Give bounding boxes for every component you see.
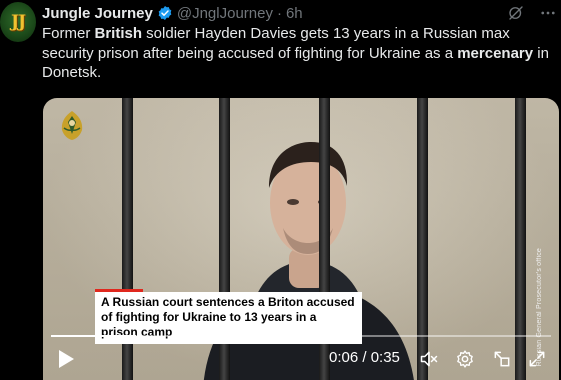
- video-controls: 0:06 / 0:35: [43, 340, 559, 380]
- verified-badge-icon: [157, 5, 173, 21]
- tweet-timestamp[interactable]: 6h: [286, 5, 303, 22]
- header-actions: [507, 4, 561, 22]
- tweet-text-bold: British: [94, 25, 143, 42]
- separator-dot: ·: [276, 4, 282, 22]
- cell-bar: [515, 98, 526, 380]
- tweet-header: Jungle Journey @JnglJourney · 6h: [42, 4, 561, 22]
- video-progress-fill: [51, 335, 136, 337]
- video-progress-bar[interactable]: [51, 335, 551, 337]
- tweet-text: Former British soldier Hayden Davies get…: [42, 24, 556, 83]
- fullscreen-toggle-icon[interactable]: [492, 349, 512, 369]
- expand-icon[interactable]: [527, 349, 547, 369]
- play-icon[interactable]: [57, 349, 75, 369]
- prosecutor-emblem-icon: [61, 111, 83, 140]
- video-player[interactable]: Russian General Prosecutor's office A Ru…: [43, 98, 559, 380]
- author-avatar[interactable]: JJ: [0, 2, 36, 42]
- tweet-text-part: Former: [42, 25, 95, 42]
- avatar-initials: JJ: [10, 12, 26, 32]
- more-options-icon[interactable]: [539, 4, 557, 22]
- grok-icon[interactable]: [507, 4, 525, 22]
- author-handle[interactable]: @JnglJourney: [177, 5, 273, 22]
- settings-icon[interactable]: [455, 349, 475, 369]
- mute-icon[interactable]: [419, 349, 439, 369]
- video-time-readout: 0:06 / 0:35: [329, 349, 400, 366]
- tweet-text-bold: mercenary: [457, 44, 534, 62]
- cell-bar: [417, 98, 428, 380]
- author-name[interactable]: Jungle Journey: [42, 5, 153, 22]
